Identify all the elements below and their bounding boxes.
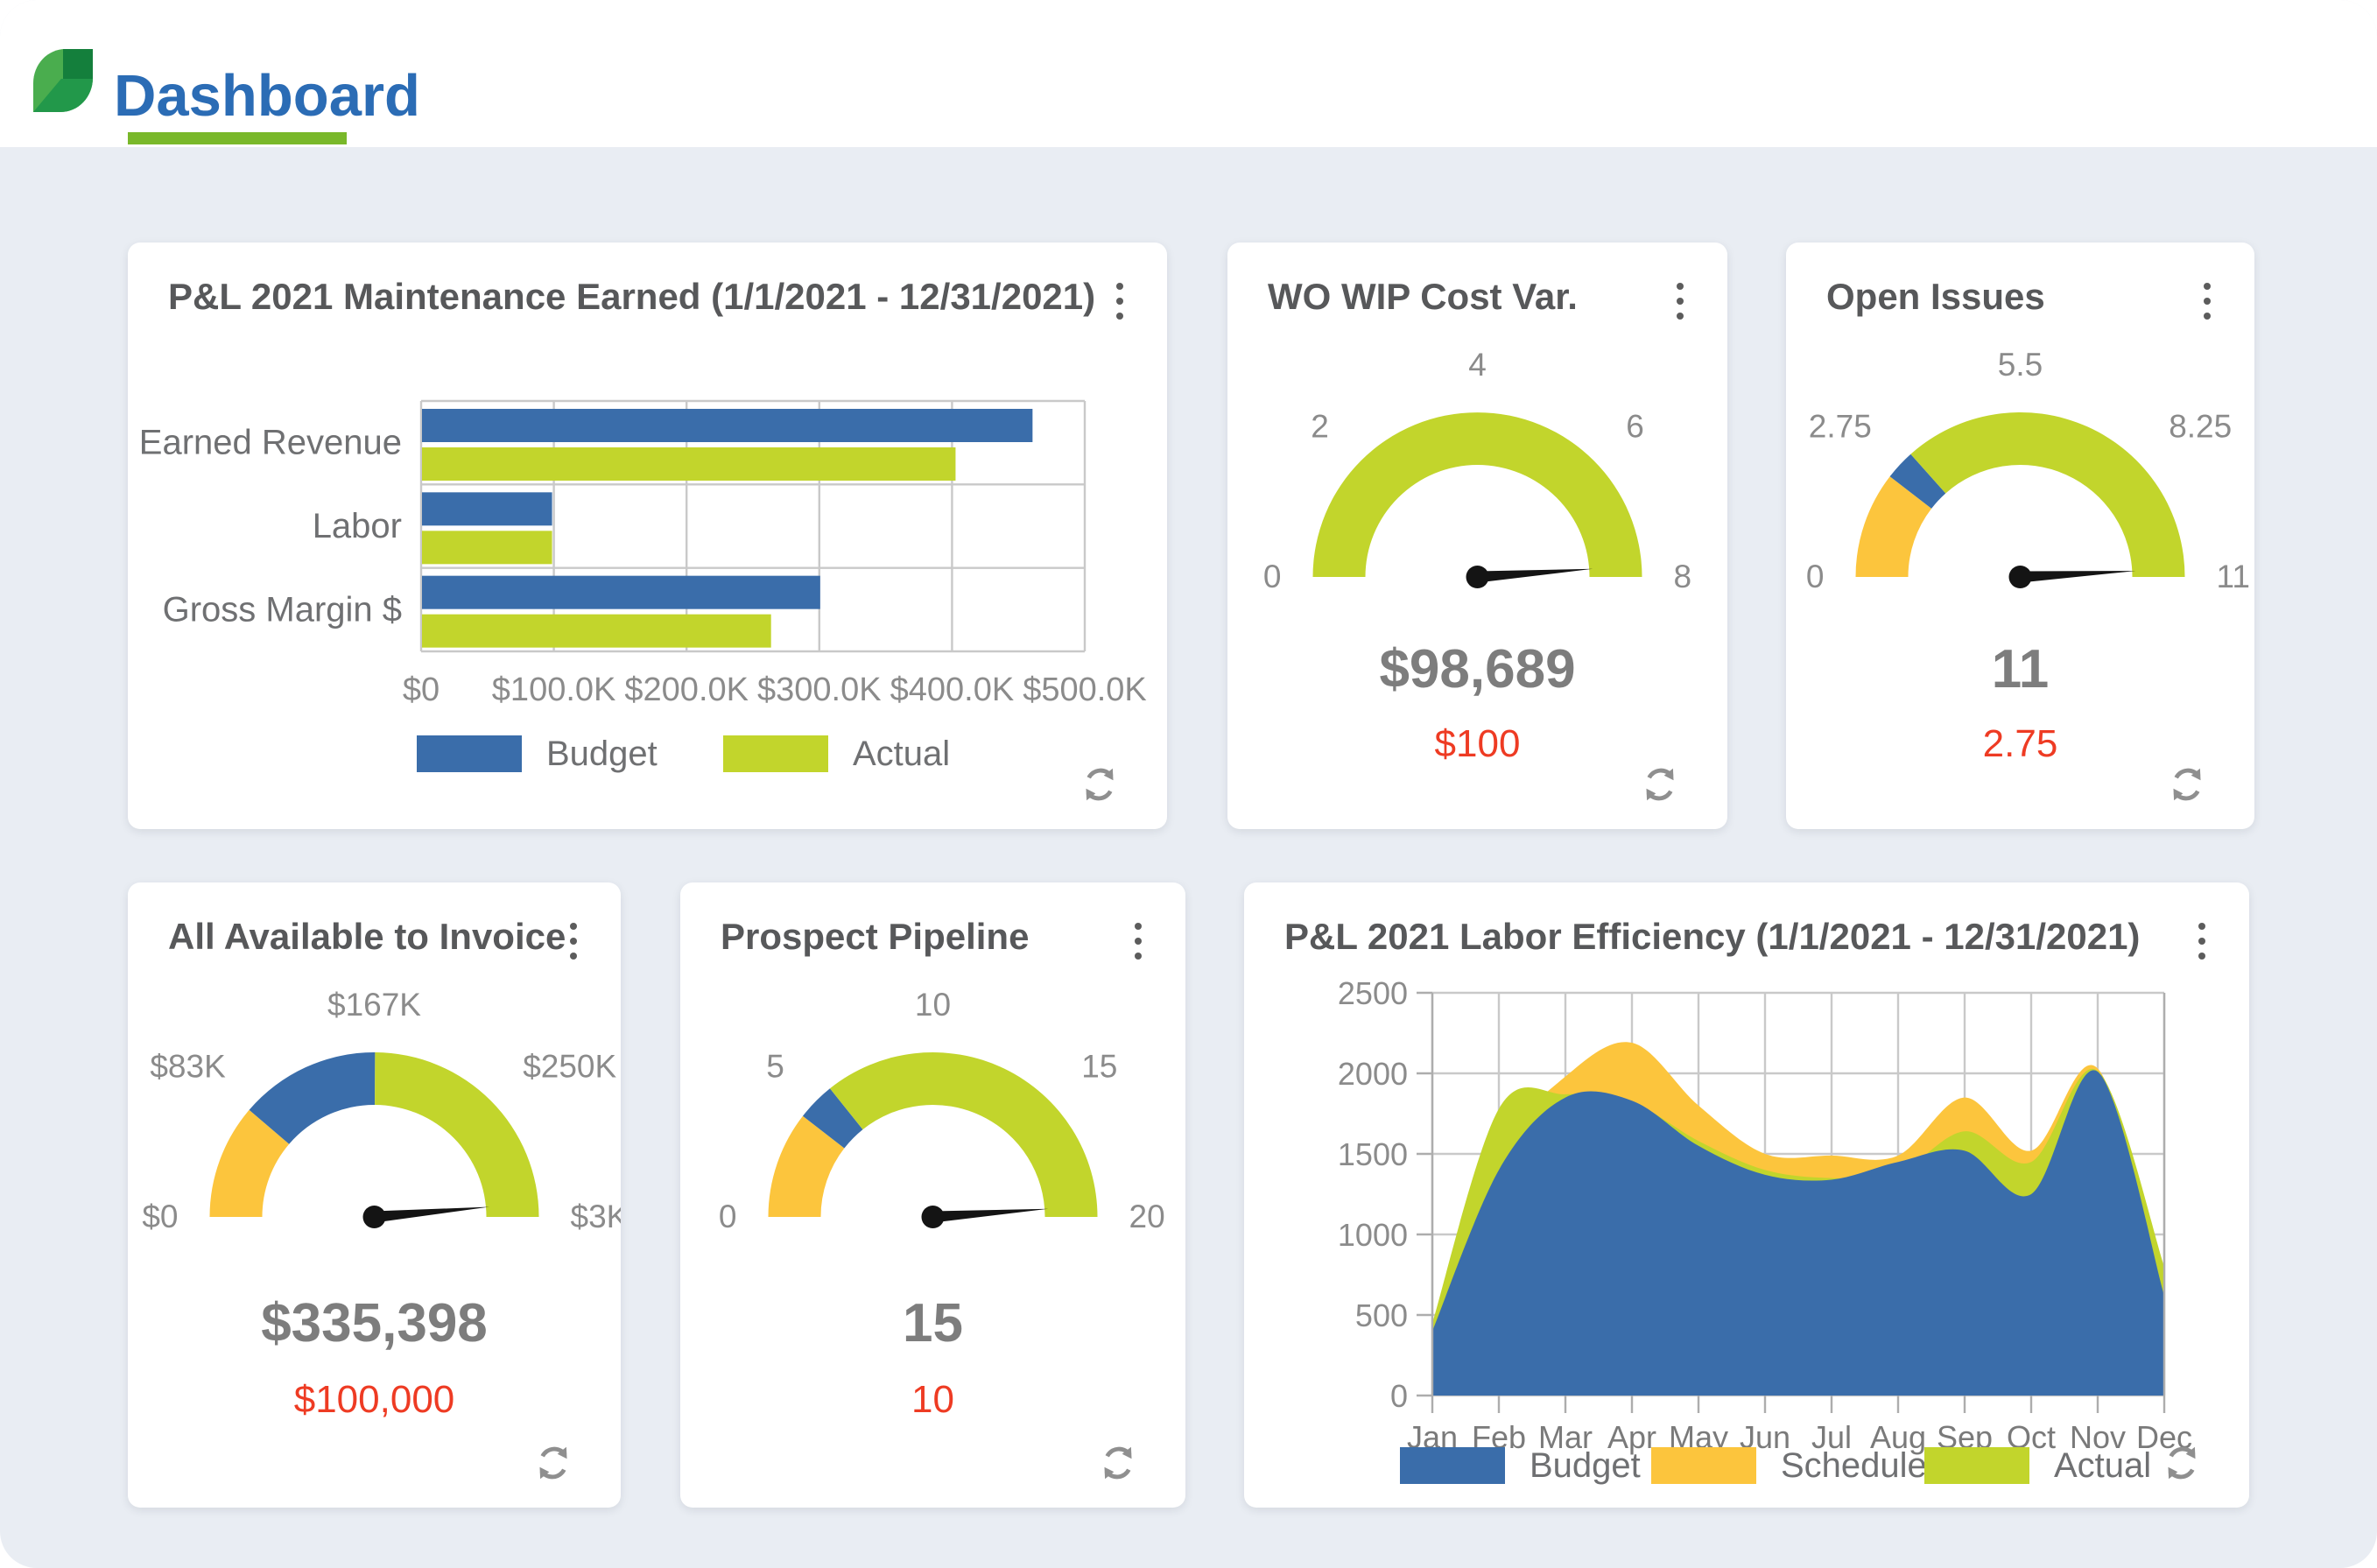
svg-text:2.75: 2.75 [1809, 408, 1872, 444]
gauge-value: 11 [1786, 638, 2254, 700]
svg-text:4: 4 [1468, 347, 1487, 383]
svg-text:500: 500 [1355, 1297, 1408, 1333]
svg-text:10: 10 [915, 987, 951, 1023]
svg-text:$500.0K: $500.0K [1023, 671, 1147, 708]
svg-text:15: 15 [1081, 1048, 1117, 1084]
card-open-issues: Open Issues 02.755.58.2511 11 2.75 [1786, 243, 2254, 829]
title-underline [128, 132, 347, 144]
gauge-value: $98,689 [1227, 638, 1727, 700]
card-prospect-pipeline: Prospect Pipeline 05101520 15 10 [680, 882, 1185, 1508]
svg-text:Labor: Labor [313, 507, 402, 545]
gauge-value: $335,398 [128, 1292, 621, 1354]
svg-text:1500: 1500 [1338, 1136, 1408, 1172]
gauge-target: $100 [1227, 722, 1727, 766]
svg-text:0: 0 [1263, 559, 1282, 594]
svg-text:Schedule: Schedule [1781, 1446, 1927, 1485]
svg-text:Gross Margin $: Gross Margin $ [163, 590, 402, 629]
refresh-icon[interactable] [2165, 763, 2209, 806]
svg-text:1000: 1000 [1338, 1217, 1408, 1253]
svg-text:2500: 2500 [1338, 975, 1408, 1011]
refresh-icon[interactable] [2160, 1441, 2204, 1485]
gauge-target: 10 [680, 1378, 1185, 1422]
leaf-shape [33, 49, 93, 112]
svg-text:20: 20 [1129, 1199, 1165, 1234]
svg-text:5: 5 [766, 1048, 784, 1084]
labor-efficiency-area-chart: 05001000150020002500JanFebMarAprMayJunJu… [1244, 882, 2249, 1508]
svg-text:$0: $0 [142, 1199, 178, 1234]
svg-text:$0: $0 [403, 671, 440, 708]
refresh-icon[interactable] [1638, 763, 1682, 806]
svg-text:Actual: Actual [2054, 1446, 2151, 1485]
svg-text:Budget: Budget [546, 735, 658, 773]
svg-text:$167K: $167K [327, 987, 421, 1023]
app-header: Dashboard [0, 0, 2377, 147]
svg-text:6: 6 [1626, 408, 1644, 444]
svg-text:Actual: Actual [853, 735, 950, 773]
svg-text:8.25: 8.25 [2169, 408, 2232, 444]
svg-text:Budget: Budget [1530, 1446, 1641, 1485]
page-title: Dashboard [114, 62, 420, 130]
svg-text:5.5: 5.5 [1998, 347, 2043, 383]
gauge-target: $100,000 [128, 1378, 621, 1422]
svg-text:8: 8 [1674, 559, 1692, 594]
svg-text:$250K: $250K [523, 1048, 616, 1084]
svg-text:2: 2 [1311, 408, 1329, 444]
svg-text:11: 11 [2217, 559, 2250, 594]
svg-text:Earned Revenue: Earned Revenue [139, 424, 402, 462]
svg-text:$83K: $83K [150, 1048, 226, 1084]
refresh-icon[interactable] [531, 1441, 575, 1485]
svg-text:$400.0K: $400.0K [890, 671, 1015, 708]
leaf-logo-icon [33, 49, 93, 112]
card-labor-efficiency: P&L 2021 Labor Efficiency (1/1/2021 - 12… [1244, 882, 2249, 1508]
svg-text:$200.0K: $200.0K [624, 671, 749, 708]
svg-text:$300.0K: $300.0K [757, 671, 882, 708]
svg-text:0: 0 [719, 1199, 737, 1234]
svg-text:0: 0 [1390, 1378, 1408, 1414]
gauge-value: 15 [680, 1292, 1185, 1354]
refresh-icon[interactable] [1078, 763, 1122, 806]
svg-text:$3K: $3K [571, 1199, 622, 1234]
card-all-available-to-invoice: All Available to Invoice $0$83K$167K$250… [128, 882, 621, 1508]
svg-text:2000: 2000 [1338, 1056, 1408, 1092]
card-maintenance-earned: P&L 2021 Maintenance Earned (1/1/2021 - … [128, 243, 1167, 829]
refresh-icon[interactable] [1096, 1441, 1140, 1485]
gauge-target: 2.75 [1786, 722, 2254, 766]
svg-text:$100.0K: $100.0K [492, 671, 616, 708]
maintenance-earned-bar-chart: $0 $100.0K$200.0K$300.0K$400.0K$500.0K Ear… [128, 243, 1167, 829]
dashboard-window: Dashboard P&L 2021 Maintenance Earned (1… [0, 0, 2377, 1568]
svg-text:0: 0 [1806, 559, 1825, 594]
card-wo-wip-cost-var: WO WIP Cost Var. 02468 $98,689 $100 [1227, 243, 1727, 829]
